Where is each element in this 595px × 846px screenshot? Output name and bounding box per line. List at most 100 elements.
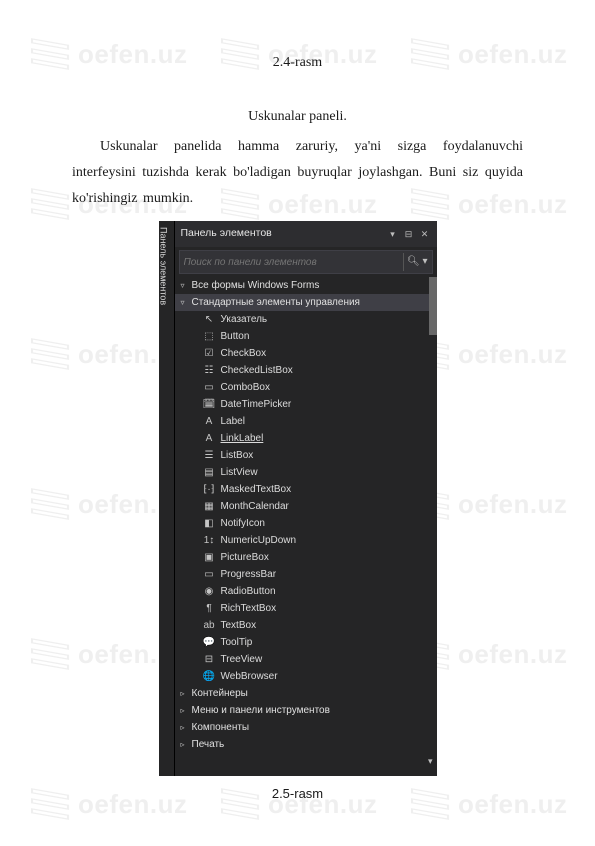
notify-icon: ◧	[203, 517, 216, 530]
paragraph: Uskunalar panelida hamma zaruriy, ya'ni …	[72, 134, 523, 212]
toolbox-item[interactable]: ☰ ListBox	[175, 447, 437, 464]
tree-icon: ⊟	[203, 653, 216, 666]
toolbox-item[interactable]: 💬 ToolTip	[175, 634, 437, 651]
toolbox-item[interactable]: ↖ Указатель	[175, 311, 437, 328]
toolbox-item[interactable]: ▤ ListView	[175, 464, 437, 481]
expander-icon[interactable]: ▿	[179, 280, 187, 291]
toolbox-item[interactable]: 1↕ NumericUpDown	[175, 532, 437, 549]
group-label: Стандартные элементы управления	[192, 296, 360, 310]
toolbox-header: Панель элементов ▾ ⊟ ✕	[175, 221, 437, 246]
toolbox-item-label: MonthCalendar	[221, 500, 289, 514]
radio-icon: ◉	[203, 585, 216, 598]
toolbox-item[interactable]: ⊟ TreeView	[175, 651, 437, 668]
progress-icon: ▭	[203, 568, 216, 581]
expander-icon[interactable]: ▹	[179, 688, 187, 699]
picture-icon: ▣	[203, 551, 216, 564]
toolbox-screenshot: Панель элементов Панель элементов ▾ ⊟ ✕ …	[159, 221, 437, 776]
group-label: Контейнеры	[192, 687, 248, 701]
group-label: Печать	[192, 738, 225, 752]
toolbox-item-label: TextBox	[221, 619, 257, 633]
toolbox-item[interactable]: ab TextBox	[175, 617, 437, 634]
textbox-icon: ab	[203, 619, 216, 632]
toolbox-item-label: ToolTip	[221, 636, 253, 650]
toolbox-item-label: CheckedListBox	[221, 364, 293, 378]
toolbox-item-label: ListBox	[221, 449, 254, 463]
toolbox-item[interactable]: ▭ ComboBox	[175, 379, 437, 396]
toolbox-item-label: WebBrowser	[221, 670, 278, 684]
toolbox-item[interactable]: ☷ CheckedListBox	[175, 362, 437, 379]
toolbox-item[interactable]: ◧ NotifyIcon	[175, 515, 437, 532]
toolbox-item-label: Указатель	[221, 313, 268, 327]
numeric-icon: 1↕	[203, 534, 216, 547]
toolbox-item[interactable]: ☑ CheckBox	[175, 345, 437, 362]
side-tab[interactable]: Панель элементов	[159, 221, 175, 776]
toolbox-item-label: RadioButton	[221, 585, 276, 599]
cursor-icon: ↖	[203, 313, 216, 326]
toolbox-item-label: MaskedTextBox	[221, 483, 292, 497]
group-label: Компоненты	[192, 721, 250, 735]
toolbox-item-label: ListView	[221, 466, 258, 480]
toolbox-item-label: RichTextBox	[221, 602, 277, 616]
toolbox-item-label: NumericUpDown	[221, 534, 297, 548]
toolbox-item[interactable]: ⬚ Button	[175, 328, 437, 345]
linklabel-icon: A	[203, 432, 216, 445]
label-icon: A	[203, 415, 216, 428]
month-icon: ▦	[203, 500, 216, 513]
toolbox-group[interactable]: ▹ Меню и панели инструментов	[175, 702, 437, 719]
toolbox-item[interactable]: ◉ RadioButton	[175, 583, 437, 600]
toolbox-item[interactable]: 🌐 WebBrowser	[175, 668, 437, 685]
expander-icon[interactable]: ▿	[179, 297, 187, 308]
toolbox-group[interactable]: ▹ Контейнеры	[175, 685, 437, 702]
toolbox-item[interactable]: ▭ ProgressBar	[175, 566, 437, 583]
close-icon[interactable]: ✕	[419, 228, 431, 240]
combo-icon: ▭	[203, 381, 216, 394]
expander-icon[interactable]: ▹	[179, 722, 187, 733]
toolbox-item[interactable]: ⁅·⁆ MaskedTextBox	[175, 481, 437, 498]
expander-icon[interactable]: ▹	[179, 705, 187, 716]
listview-icon: ▤	[203, 466, 216, 479]
button-icon: ⬚	[203, 330, 216, 343]
search-input[interactable]	[184, 257, 404, 268]
check-icon: ☑	[203, 347, 216, 360]
web-icon: 🌐	[203, 670, 216, 683]
group-label: Все формы Windows Forms	[192, 279, 320, 293]
toolbox-item[interactable]: ¶RichTextBox	[175, 600, 437, 617]
toolbox-scroll[interactable]: ▿ Все формы Windows Forms ▿ Стандартные …	[175, 277, 437, 776]
toolbox-item-label: TreeView	[221, 653, 263, 667]
listbox-icon: ☰	[203, 449, 216, 462]
pin-icon[interactable]: ⊟	[403, 228, 415, 240]
dropdown-icon[interactable]: ▾	[387, 228, 399, 240]
figure-label-top: 2.4-rasm	[72, 50, 523, 76]
toolbox-group[interactable]: ▿ Стандартные элементы управления	[175, 294, 437, 311]
toolbox-item-label: ProgressBar	[221, 568, 277, 582]
search-icon[interactable]: 🔍︎ ▾	[403, 253, 428, 272]
figure-label-bottom: 2.5-rasm	[72, 782, 523, 806]
toolbox-item-label: ComboBox	[221, 381, 270, 395]
toolbox-title: Панель элементов	[181, 224, 383, 243]
date-icon: 🗓	[203, 398, 216, 411]
toolbox-group[interactable]: ▹ Компоненты	[175, 719, 437, 736]
toolbox-item[interactable]: A LinkLabel	[175, 430, 437, 447]
toolbox-item-label: PictureBox	[221, 551, 269, 565]
expander-icon[interactable]: ▹	[179, 739, 187, 750]
toolbox-group[interactable]: ▹ Печать	[175, 736, 437, 753]
toolbox-item-label: LinkLabel	[221, 432, 264, 446]
toolbox-group[interactable]: ▿ Все формы Windows Forms	[175, 277, 437, 294]
scroll-down-icon[interactable]: ▾	[175, 753, 437, 772]
toolbox-item-label: CheckBox	[221, 347, 267, 361]
tooltip-icon: 💬	[203, 636, 216, 649]
masked-icon: ⁅·⁆	[203, 483, 216, 496]
toolbox-item-label: NotifyIcon	[221, 517, 265, 531]
subtitle: Uskunalar paneli.	[72, 104, 523, 130]
toolbox-item[interactable]: 🗓DateTimePicker	[175, 396, 437, 413]
toolbox-item[interactable]: ▣ PictureBox	[175, 549, 437, 566]
group-label: Меню и панели инструментов	[192, 704, 330, 718]
toolbox-item-label: Button	[221, 330, 250, 344]
checklist-icon: ☷	[203, 364, 216, 377]
toolbox-panel: Панель элементов ▾ ⊟ ✕ 🔍︎ ▾ ▿ Все формы …	[175, 221, 437, 776]
toolbox-item-label: Label	[221, 415, 245, 429]
toolbox-search[interactable]: 🔍︎ ▾	[179, 250, 433, 275]
toolbox-item[interactable]: A Label	[175, 413, 437, 430]
document-content: 2.4-rasm Uskunalar paneli. Uskunalar pan…	[0, 0, 595, 846]
toolbox-item[interactable]: ▦ MonthCalendar	[175, 498, 437, 515]
